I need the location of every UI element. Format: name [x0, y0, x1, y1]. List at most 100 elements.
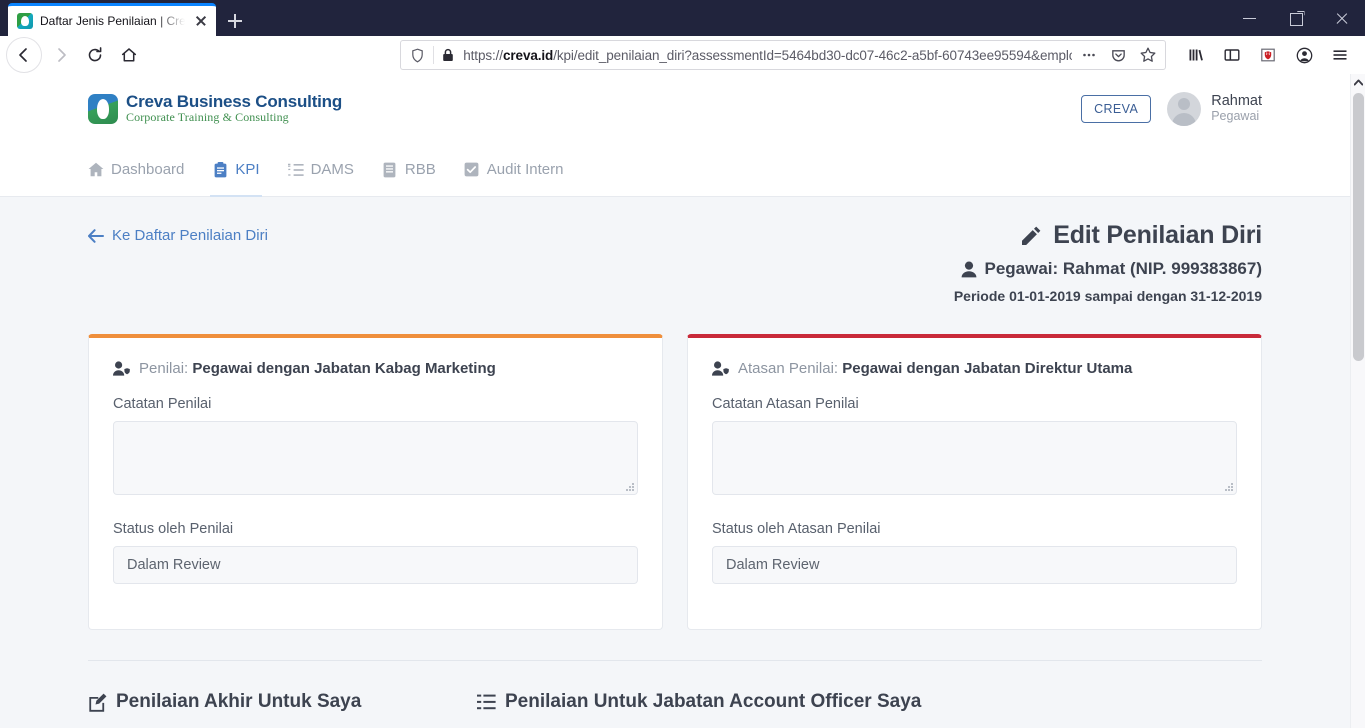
user-menu[interactable]: Rahmat Pegawai: [1167, 91, 1262, 126]
page-viewport: Creva Business Consulting Corporate Trai…: [0, 74, 1365, 728]
main-content: Ke Daftar Penilaian Diri Edit Penilaian …: [0, 197, 1350, 713]
back-to-list-link[interactable]: Ke Daftar Penilaian Diri: [88, 221, 268, 244]
browser-tab[interactable]: Daftar Jenis Penilaian | Creva Bu: [8, 3, 216, 36]
minimize-icon[interactable]: [1227, 0, 1273, 36]
nav-item-kpi[interactable]: KPI: [198, 143, 273, 197]
nav-label: DAMS: [310, 161, 354, 178]
nav-item-dashboard[interactable]: Dashboard: [88, 143, 198, 196]
nav-label: Audit Intern: [486, 161, 564, 178]
reload-icon[interactable]: [78, 38, 112, 72]
page-header-block: Edit Penilaian Diri Pegawai: Rahmat (NIP…: [954, 221, 1262, 304]
card-atasan-prefix: Atasan Penilai:: [738, 360, 839, 377]
restore-icon[interactable]: [1273, 0, 1319, 36]
bookmark-star-icon[interactable]: [1135, 42, 1161, 68]
lock-icon[interactable]: [438, 44, 460, 66]
nav-label: RBB: [404, 161, 436, 178]
bottom-sections: Penilaian Akhir Untuk Saya Penilaian Unt…: [88, 691, 1262, 713]
creva-button[interactable]: CREVA: [1081, 94, 1152, 123]
scrollbar-thumb[interactable]: [1353, 93, 1364, 361]
extension-shield-icon[interactable]: [1251, 38, 1285, 72]
account-icon[interactable]: [1287, 38, 1321, 72]
new-tab-button[interactable]: [220, 6, 250, 36]
window-controls: [1227, 0, 1365, 36]
employee-line: Pegawai: Rahmat (NIP. 999383867): [954, 259, 1262, 279]
page-content: Creva Business Consulting Corporate Trai…: [0, 74, 1350, 713]
app-menu-icon[interactable]: [1323, 38, 1357, 72]
nav-item-dams[interactable]: DAMS: [274, 143, 368, 196]
nav-label: KPI: [235, 161, 260, 178]
user-shield-icon: [113, 361, 131, 376]
main-nav: Dashboard KPI DAMS RBB Audit Intern: [0, 143, 1350, 197]
creva-logo-icon: [88, 93, 118, 124]
url-text[interactable]: https://creva.id/kpi/edit_penilaian_diri…: [463, 48, 1072, 63]
close-icon[interactable]: [1319, 0, 1365, 36]
arrow-left-icon: [88, 228, 104, 243]
close-icon[interactable]: [192, 12, 210, 30]
tab-title: Daftar Jenis Penilaian | Creva Bu: [40, 14, 185, 28]
resize-grip-icon[interactable]: [1224, 482, 1233, 491]
pocket-icon[interactable]: [1106, 42, 1132, 68]
nav-item-rbb[interactable]: RBB: [368, 143, 450, 196]
toolbar-right-icons: [1179, 38, 1359, 72]
section-divider: [88, 660, 1262, 661]
address-bar[interactable]: https://creva.id/kpi/edit_penilaian_diri…: [400, 40, 1166, 70]
header-right: CREVA Rahmat Pegawai: [1081, 91, 1262, 126]
catatan-penilai-label: Catatan Penilai: [113, 396, 212, 412]
status-atasan-input[interactable]: Dalam Review: [712, 546, 1237, 584]
user-name: Rahmat: [1211, 92, 1262, 109]
page-scrollbar[interactable]: [1350, 74, 1365, 728]
employee-text: Pegawai: Rahmat (NIP. 999383867): [984, 259, 1263, 278]
page-title-text: Edit Penilaian Diri: [1053, 221, 1262, 249]
pencil-icon: [1019, 224, 1043, 248]
user-icon: [961, 261, 977, 278]
card-penilai-value: Pegawai dengan Jabatan Kabag Marketing: [192, 360, 496, 377]
card-penilai: Penilai: Pegawai dengan Jabatan Kabag Ma…: [88, 334, 663, 630]
card-atasan-value: Pegawai dengan Jabatan Direktur Utama: [842, 360, 1133, 377]
section-label: Penilaian Untuk Jabatan Account Officer …: [505, 691, 922, 712]
card-penilai-prefix: Penilai:: [139, 360, 189, 377]
page-actions-icon[interactable]: [1076, 42, 1102, 68]
list-ol-icon: [287, 162, 304, 178]
site-header: Creva Business Consulting Corporate Trai…: [0, 74, 1350, 143]
check-square-icon: [464, 162, 480, 178]
library-icon[interactable]: [1179, 38, 1213, 72]
card-atasan-penilai: Atasan Penilai: Pegawai dengan Jabatan D…: [687, 334, 1262, 630]
catatan-penilai-textarea[interactable]: [113, 421, 638, 495]
status-penilai-input[interactable]: Dalam Review: [113, 546, 638, 584]
edit-square-icon: [88, 693, 107, 712]
page-title: Edit Penilaian Diri: [954, 221, 1262, 250]
back-arrow-icon[interactable]: [6, 37, 42, 73]
section-penilaian-jabatan: Penilaian Untuk Jabatan Account Officer …: [477, 691, 921, 713]
tracking-protection-icon[interactable]: [407, 44, 429, 66]
card-atasan-header: Atasan Penilai: Pegawai dengan Jabatan D…: [712, 360, 1237, 377]
logo-title: Creva Business Consulting: [126, 92, 343, 112]
user-shield-icon: [712, 361, 730, 376]
clipboard-icon: [212, 161, 228, 178]
forward-arrow-icon[interactable]: [44, 38, 78, 72]
creva-favicon-icon: [17, 13, 33, 29]
home-icon: [88, 162, 104, 178]
back-link-label: Ke Daftar Penilaian Diri: [112, 227, 268, 244]
catatan-atasan-label: Catatan Atasan Penilai: [712, 396, 859, 412]
browser-titlebar: Daftar Jenis Penilaian | Creva Bu: [0, 0, 1365, 36]
logo-tagline: Corporate Training & Consulting: [126, 110, 289, 125]
home-icon[interactable]: [112, 38, 146, 72]
nav-item-audit-intern[interactable]: Audit Intern: [450, 143, 578, 196]
card-penilai-header: Penilai: Pegawai dengan Jabatan Kabag Ma…: [113, 360, 638, 377]
period-line: Periode 01-01-2019 sampai dengan 31-12-2…: [953, 288, 1262, 304]
avatar: [1167, 91, 1202, 126]
user-role: Pegawai: [1211, 109, 1260, 124]
address-bar-area: https://creva.id/kpi/edit_penilaian_diri…: [156, 40, 1171, 70]
assessor-cards: Penilai: Pegawai dengan Jabatan Kabag Ma…: [88, 334, 1262, 630]
list-icon: [477, 694, 496, 710]
address-separator: [432, 46, 434, 64]
catatan-atasan-textarea[interactable]: [712, 421, 1237, 495]
site-logo[interactable]: Creva Business Consulting Corporate Trai…: [88, 92, 343, 125]
book-icon: [382, 162, 398, 178]
nav-label: Dashboard: [111, 161, 185, 178]
section-penilaian-akhir: Penilaian Akhir Untuk Saya: [88, 691, 477, 713]
status-atasan-label: Status oleh Atasan Penilai: [712, 521, 881, 537]
scroll-up-arrow-icon[interactable]: [1351, 74, 1365, 91]
sidebar-icon[interactable]: [1215, 38, 1249, 72]
resize-grip-icon[interactable]: [625, 482, 634, 491]
